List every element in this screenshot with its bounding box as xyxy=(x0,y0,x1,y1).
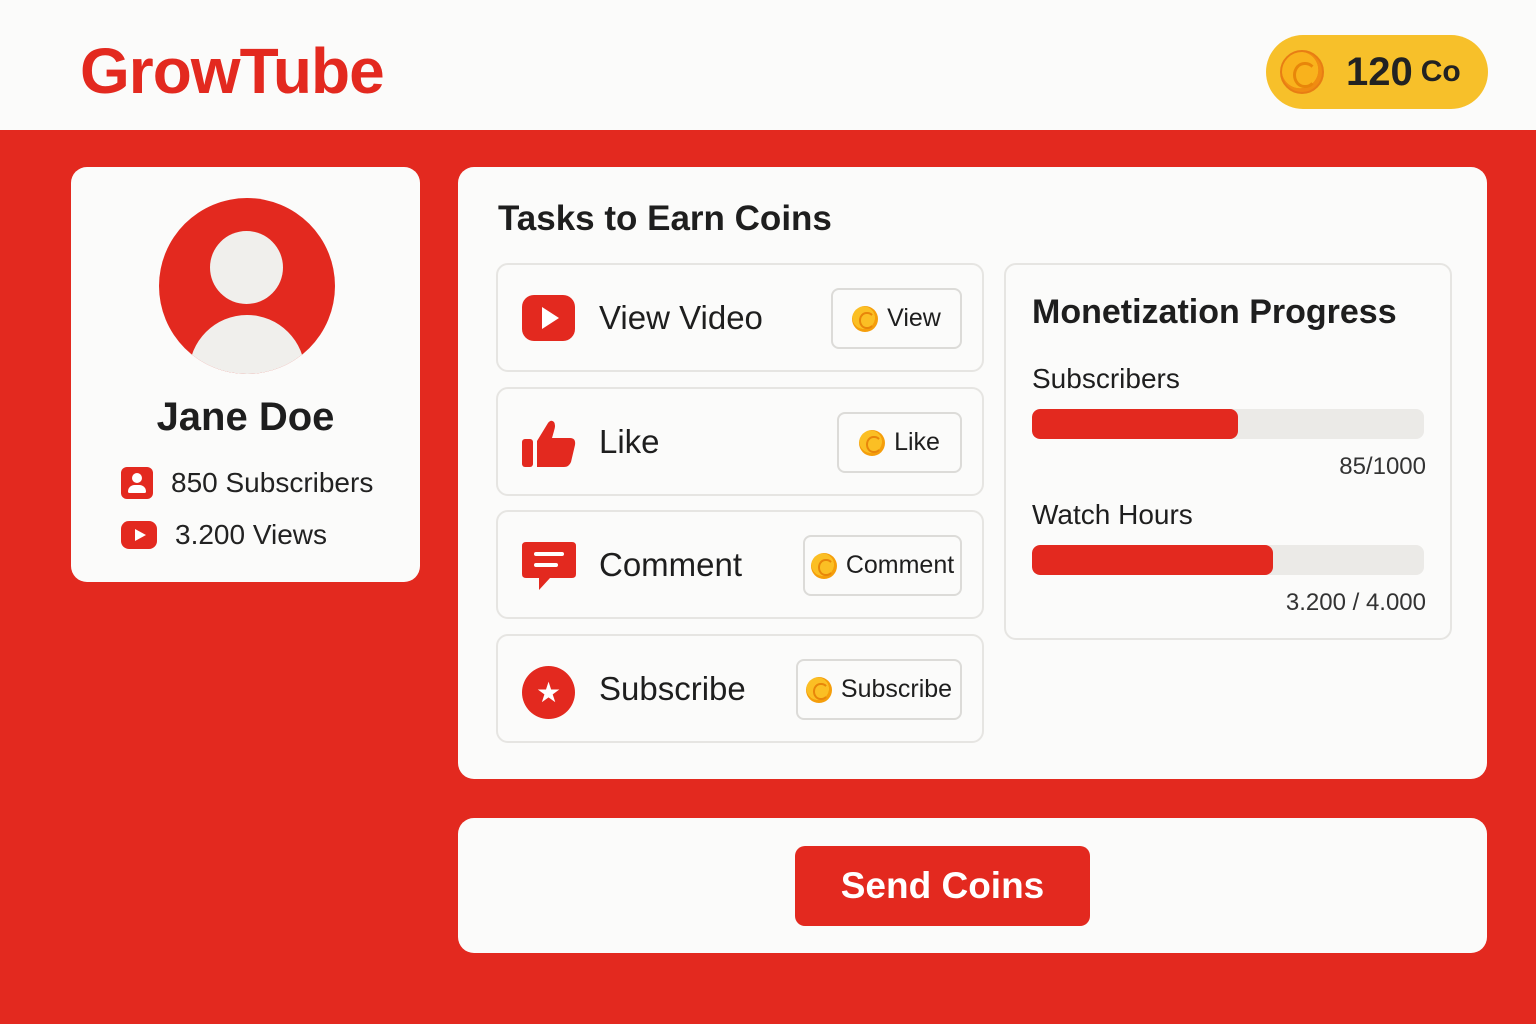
view-button-label: View xyxy=(887,304,941,332)
coin-balance-badge[interactable]: 120 Co xyxy=(1266,35,1488,109)
subscriber-count-text: 850 Subscribers xyxy=(171,467,374,498)
watch-hours-metric-label: Watch Hours xyxy=(1032,499,1193,530)
action-card: Send Coins xyxy=(458,818,1487,953)
monetization-title: Monetization Progress xyxy=(1032,293,1397,331)
coin-balance: 120 xyxy=(1346,49,1413,94)
coin-icon xyxy=(859,429,886,456)
coin-icon xyxy=(1280,50,1324,94)
avatar-head xyxy=(210,231,283,304)
like-button-label: Like xyxy=(894,428,940,456)
coin-icon xyxy=(810,552,837,579)
task-like: Like Like xyxy=(496,387,984,496)
user-avatar-icon xyxy=(159,198,335,374)
view-count: 3.200 Views xyxy=(121,519,327,551)
subscribers-progress-fill xyxy=(1032,409,1238,439)
user-icon xyxy=(121,467,153,499)
profile-name: Jane Doe xyxy=(156,395,335,439)
tasks-card: Tasks to Earn Coins View Video View Like… xyxy=(458,167,1487,779)
coin-unit: Co xyxy=(1420,55,1461,88)
send-coins-button[interactable]: Send Coins xyxy=(795,846,1090,926)
star-icon: ★ xyxy=(522,666,575,719)
view-button[interactable]: View xyxy=(831,288,962,349)
task-label: Subscribe xyxy=(599,670,746,707)
watch-hours-progress-fill xyxy=(1032,545,1274,575)
task-view-video: View Video View xyxy=(496,263,984,372)
top-bar: GrowTube 120 Co xyxy=(0,0,1536,130)
task-label: Like xyxy=(599,423,660,460)
play-button-icon xyxy=(121,521,157,549)
subscribers-progress-bar xyxy=(1032,409,1424,439)
subscribe-button-label: Subscribe xyxy=(840,675,953,703)
task-subscribe: ★ Subscribe Subscribe xyxy=(496,634,984,743)
app-logo[interactable]: GrowTube xyxy=(80,34,385,108)
watch-hours-progress-bar xyxy=(1032,545,1424,575)
avatar-body xyxy=(189,315,305,374)
watch-hours-metric-value: 3.200 / 4.000 xyxy=(1285,589,1426,616)
view-count-text: 3.200 Views xyxy=(175,519,328,550)
profile-card: Jane Doe 850 Subscribers 3.200 Views xyxy=(71,167,420,582)
tasks-title: Tasks to Earn Coins xyxy=(498,199,832,238)
task-label: View Video xyxy=(599,299,763,336)
subscriber-count: 850 Subscribers xyxy=(121,467,373,499)
like-button[interactable]: Like xyxy=(837,412,962,473)
subscribers-metric-label: Subscribers xyxy=(1032,363,1180,394)
comment-button[interactable]: Comment xyxy=(803,535,962,596)
thumbs-up-icon xyxy=(522,420,576,467)
subscribe-button[interactable]: Subscribe xyxy=(796,659,962,720)
comment-button-label: Comment xyxy=(845,551,955,579)
task-comment: Comment Comment xyxy=(496,510,984,619)
coin-icon xyxy=(805,676,832,703)
play-button-icon xyxy=(522,295,575,341)
coin-icon xyxy=(852,305,879,332)
subscribers-metric-value: 85/1000 xyxy=(1339,453,1426,480)
task-label: Comment xyxy=(599,546,743,583)
monetization-progress-panel: Monetization Progress Subscribers 85/100… xyxy=(1004,263,1452,640)
comment-icon xyxy=(522,542,576,590)
